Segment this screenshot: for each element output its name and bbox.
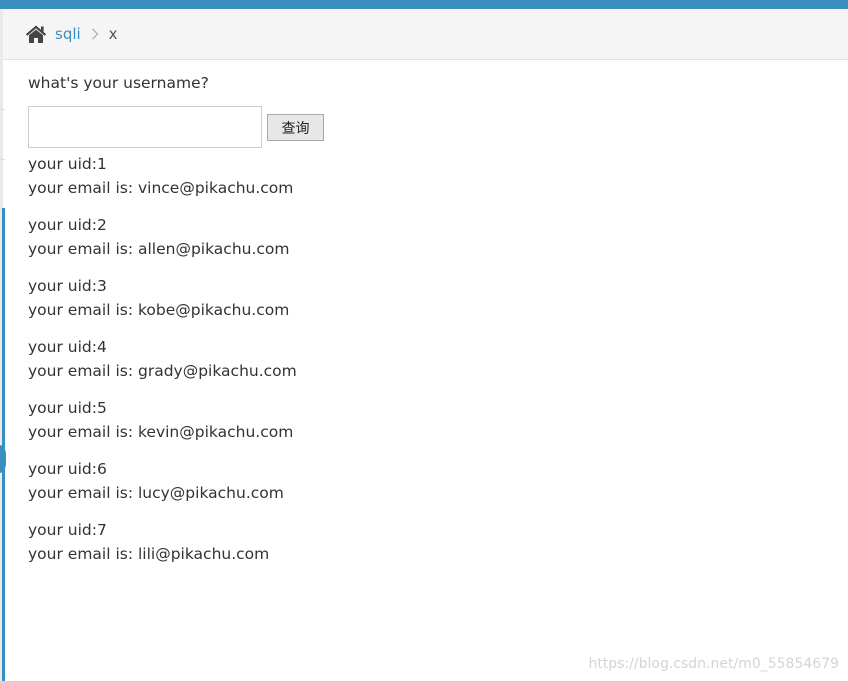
result-uid: your uid:7 (28, 521, 107, 539)
result-email: your email is: allen@pikachu.com (28, 240, 290, 258)
sidebar-edge (2, 208, 5, 681)
breadcrumb-bar: sqli x (3, 9, 848, 60)
left-frame-line (0, 159, 5, 160)
result-item: your uid:7 your email is: lili@pikachu.c… (28, 518, 828, 566)
watermark: https://blog.csdn.net/m0_55854679 (588, 656, 839, 672)
result-item: your uid:2 your email is: allen@pikachu.… (28, 213, 828, 261)
result-uid: your uid:3 (28, 277, 107, 295)
result-email: your email is: grady@pikachu.com (28, 362, 297, 380)
username-question: what's your username? (28, 74, 209, 92)
result-email: your email is: kevin@pikachu.com (28, 423, 294, 441)
result-item: your uid:6 your email is: lucy@pikachu.c… (28, 457, 828, 505)
result-uid: your uid:5 (28, 399, 107, 417)
page: sqli x what's your username? 查询 your uid… (0, 0, 848, 681)
result-uid: your uid:4 (28, 338, 107, 356)
breadcrumb: sqli x (25, 23, 118, 45)
top-bar (0, 0, 848, 9)
main-content: what's your username? 查询 your uid:1 your… (28, 72, 828, 579)
result-item: your uid:5 your email is: kevin@pikachu.… (28, 396, 828, 444)
home-icon[interactable] (25, 24, 47, 44)
sidebar-toggle-tab[interactable] (0, 444, 6, 474)
result-item: your uid:1 your email is: vince@pikachu.… (28, 152, 828, 200)
left-frame-line (0, 109, 5, 110)
result-uid: your uid:1 (28, 155, 107, 173)
result-email: your email is: vince@pikachu.com (28, 179, 294, 197)
result-uid: your uid:2 (28, 216, 107, 234)
chevron-right-icon (91, 28, 99, 40)
query-form: 查询 (28, 106, 828, 152)
results-list: your uid:1 your email is: vince@pikachu.… (28, 152, 828, 566)
result-item: your uid:3 your email is: kobe@pikachu.c… (28, 274, 828, 322)
result-email: your email is: kobe@pikachu.com (28, 301, 290, 319)
breadcrumb-link-sqli[interactable]: sqli (55, 25, 81, 43)
result-email: your email is: lili@pikachu.com (28, 545, 270, 563)
username-input[interactable] (28, 106, 262, 148)
result-uid: your uid:6 (28, 460, 107, 478)
breadcrumb-current: x (108, 25, 118, 43)
query-button[interactable]: 查询 (267, 114, 324, 141)
result-item: your uid:4 your email is: grady@pikachu.… (28, 335, 828, 383)
result-email: your email is: lucy@pikachu.com (28, 484, 284, 502)
